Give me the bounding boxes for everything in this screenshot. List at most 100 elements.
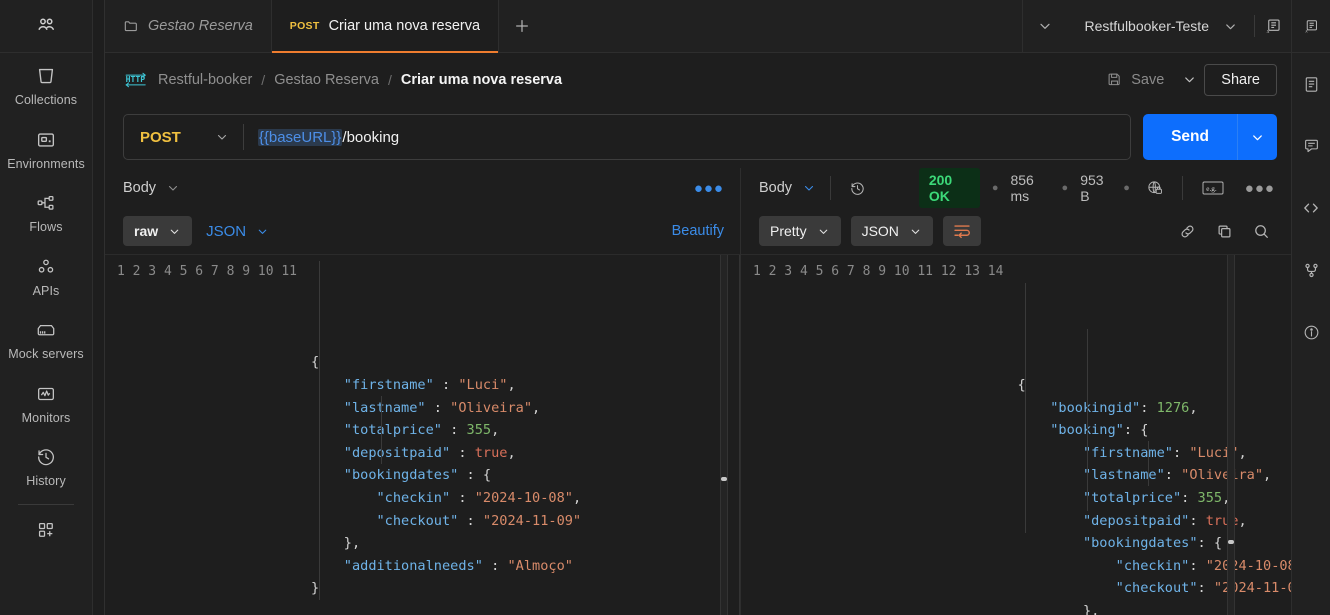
chevron-down-icon (1223, 19, 1238, 34)
sidebar-divider (18, 503, 74, 505)
right-rail-fork-info-button[interactable] (1292, 239, 1330, 301)
save-disk-icon (1106, 71, 1123, 88)
request-url-bar: POST {{baseURL}}/booking Send (105, 106, 1291, 168)
response-more-actions-button[interactable]: ●●● (1245, 180, 1275, 197)
chevron-down-icon (817, 225, 830, 238)
response-language-selector[interactable]: JSON (850, 216, 933, 246)
body-language-selector[interactable]: JSON (202, 216, 273, 247)
right-rail-documentation-button[interactable] (1292, 53, 1330, 115)
beautify-button[interactable]: Beautify (672, 223, 724, 239)
tab-bar-spacer (545, 0, 1022, 52)
sidebar-item-flows[interactable]: Flows (0, 180, 92, 244)
code-line: }, (1082, 602, 1100, 615)
share-button[interactable]: Share (1204, 63, 1277, 96)
sidebar-label-history: History (26, 474, 66, 488)
breadcrumb-separator-1: / (261, 71, 266, 88)
main-content-area: Gestao Reserva POST Criar uma nova reser… (105, 0, 1291, 615)
chevron-down-icon[interactable] (802, 181, 816, 195)
left-sidebar: Collections Environments Flows APIs Mock… (0, 0, 93, 615)
copy-link-button[interactable] (1174, 218, 1201, 245)
flows-icon (35, 192, 57, 214)
request-line-numbers: 1 2 3 4 5 6 7 8 9 10 11 (117, 264, 298, 279)
right-rail-code-snippet-button[interactable] (1292, 177, 1330, 239)
mock-servers-icon (35, 319, 57, 341)
response-section-header: Body 200 OK ● 856 ms ● 953 B ● e.g. ●●● (741, 168, 1291, 208)
status-badge: 200 OK (918, 168, 980, 208)
sidebar-label-monitors: Monitors (21, 410, 71, 425)
sidebar-item-history[interactable]: History (0, 434, 92, 498)
sidebar-item-new[interactable] (0, 507, 92, 551)
people-icon (34, 14, 58, 38)
breadcrumb-item-gestao-reserva[interactable]: Gestao Reserva (274, 72, 379, 88)
environment-selector[interactable]: Restfulbooker-Teste (1066, 0, 1254, 52)
chevron-down-icon[interactable] (166, 181, 180, 195)
sidebar-label-environments: Environments (7, 156, 85, 171)
info-circle-icon (1302, 323, 1321, 342)
environment-quick-look-button[interactable]: x (1255, 0, 1291, 52)
code-line: "lastname": "Oliveira", (1082, 467, 1272, 484)
breadcrumb-bar: HTTP Restful-booker / Gestao Reserva / C… (105, 53, 1291, 106)
sidebar-label-apis: APIs (32, 283, 60, 298)
code-line: "totalprice": 355, (1082, 489, 1230, 506)
sidebar-item-monitors[interactable]: Monitors (0, 371, 92, 435)
response-pane: Body 200 OK ● 856 ms ● 953 B ● e.g. ●●● … (740, 168, 1291, 615)
url-input[interactable]: {{baseURL}}/booking (244, 128, 1130, 146)
sidebar-item-mock-servers[interactable]: Mock servers (0, 307, 92, 371)
tab-criar-uma-nova-reserva[interactable]: POST Criar uma nova reserva (271, 0, 500, 53)
svg-text:x: x (1304, 28, 1308, 34)
new-tab-button[interactable] (499, 0, 545, 52)
search-response-button[interactable] (1248, 218, 1275, 245)
word-wrap-toggle[interactable] (942, 216, 981, 246)
breadcrumb-item-restful-booker[interactable]: Restful-booker (158, 72, 252, 88)
svg-text:e.g.: e.g. (1206, 185, 1217, 193)
right-rail-info-button[interactable] (1292, 301, 1330, 363)
response-scrollbar-thumb[interactable] (1228, 540, 1234, 544)
code-line: "firstname": "Luci", (1082, 444, 1247, 461)
team-workspace-button[interactable] (0, 0, 92, 53)
sidebar-item-environments[interactable]: Environments (0, 117, 92, 181)
save-as-example-button[interactable]: e.g. (1197, 175, 1229, 201)
monitors-icon (35, 383, 57, 405)
fork-info-icon (1302, 261, 1321, 280)
response-body-viewer[interactable]: 1 2 3 4 5 6 7 8 9 10 11 12 13 14 { "book… (741, 254, 1291, 615)
response-security-button[interactable] (1142, 175, 1168, 201)
search-icon (1252, 222, 1271, 241)
save-button[interactable]: Save (1096, 65, 1174, 94)
copy-response-button[interactable] (1211, 218, 1238, 245)
code-line: "firstname" : "Luci", (343, 376, 516, 393)
status-dot-2: ● (1061, 182, 1069, 194)
breadcrumb: HTTP Restful-booker / Gestao Reserva / C… (123, 69, 562, 91)
eye-variables-icon: x (1303, 18, 1320, 35)
request-scrollbar-thumb[interactable] (721, 477, 727, 481)
save-options-button[interactable] (1174, 65, 1204, 95)
request-body-code[interactable]: { "firstname" : "Luci", "lastname" : "Ol… (311, 261, 740, 600)
send-button[interactable]: Send (1143, 114, 1237, 160)
request-editor-scrollbar[interactable] (720, 255, 728, 615)
http-method-selector[interactable]: POST (124, 115, 243, 159)
response-body-tab[interactable]: Body (759, 180, 792, 196)
http-protocol-icon: HTTP (123, 69, 149, 91)
request-body-editor[interactable]: 1 2 3 4 5 6 7 8 9 10 11 { "firstname" : … (105, 254, 740, 615)
response-view-mode-selector[interactable]: Pretty (759, 216, 841, 246)
sidebar-item-collections[interactable]: Collections (0, 53, 92, 117)
body-language-value: JSON (206, 222, 247, 240)
request-more-actions-button[interactable]: ●●● (694, 180, 724, 197)
right-rail-top-button[interactable]: x (1292, 0, 1330, 53)
response-viewer-scrollbar[interactable] (1227, 255, 1235, 615)
right-rail-comments-button[interactable] (1292, 115, 1330, 177)
response-body-toolbar: Pretty JSON (741, 208, 1291, 254)
response-history-button[interactable] (845, 176, 870, 201)
request-body-tab[interactable]: Body (123, 180, 156, 196)
code-line: { (1017, 376, 1026, 393)
response-language-value: JSON (861, 223, 899, 239)
http-method-value: POST (140, 128, 181, 146)
tab-gestao-reserva[interactable]: Gestao Reserva (105, 0, 272, 52)
chevron-down-icon (168, 225, 181, 238)
tab-overflow-button[interactable] (1022, 0, 1066, 52)
response-body-code[interactable]: { "bookingid": 1276, "booking": { "first… (1017, 261, 1291, 615)
send-options-button[interactable] (1237, 114, 1277, 160)
code-line: "depositpaid": true, (1082, 512, 1247, 529)
clock-history-icon (849, 180, 866, 197)
sidebar-item-apis[interactable]: APIs (0, 244, 92, 308)
body-format-selector[interactable]: raw (123, 216, 193, 246)
